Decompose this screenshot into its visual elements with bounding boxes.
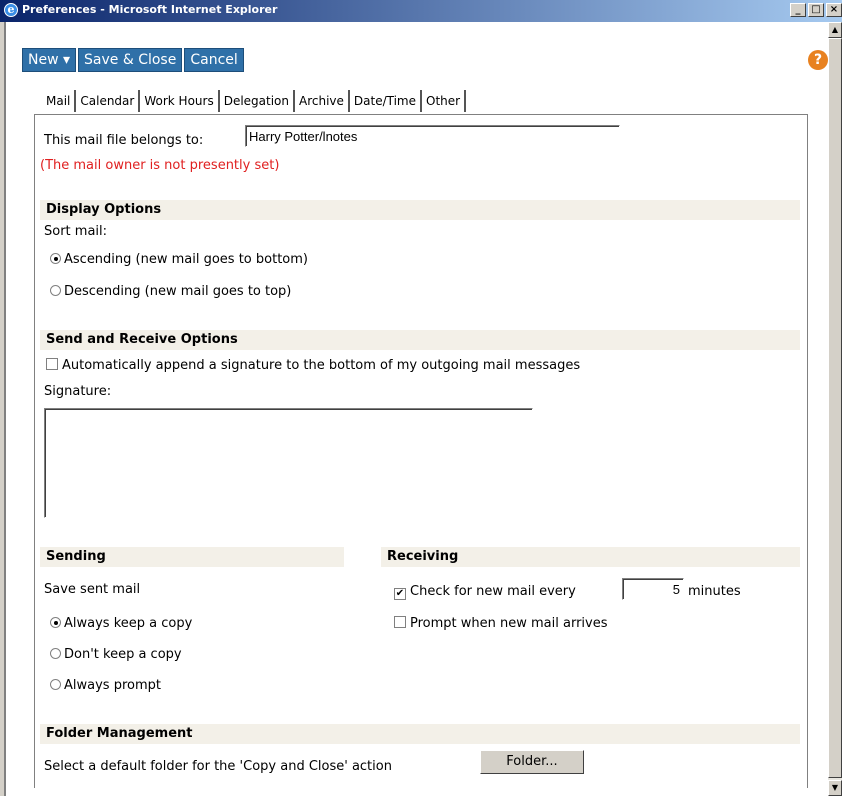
tab-mail[interactable]: Mail (42, 90, 77, 112)
prompt-new-mail-option[interactable]: Prompt when new mail arrives (394, 616, 608, 631)
signature-label: Signature: (44, 384, 112, 399)
tab-other[interactable]: Other (422, 90, 467, 112)
folder-management-heading: Folder Management (40, 724, 800, 744)
help-icon[interactable]: ? (808, 50, 828, 70)
no-copy-radio[interactable] (50, 648, 61, 659)
tab-archive[interactable]: Archive (295, 90, 350, 112)
ie-window: e Preferences - Microsoft Internet Explo… (0, 0, 842, 796)
sort-descending-label: Descending (new mail goes to top) (64, 284, 292, 299)
check-interval-unit: minutes (688, 584, 741, 599)
prompt-new-mail-label: Prompt when new mail arrives (410, 616, 608, 631)
owner-warning: (The mail owner is not presently set) (40, 158, 280, 173)
tab-delegation[interactable]: Delegation (220, 90, 295, 112)
check-interval-input[interactable] (622, 578, 684, 600)
sort-descending-radio[interactable] (50, 285, 61, 296)
no-copy-option[interactable]: Don't keep a copy (50, 647, 182, 662)
scroll-thumb[interactable] (828, 38, 842, 778)
sort-mail-label: Sort mail: (44, 224, 108, 239)
scroll-down-icon[interactable]: ▼ (828, 780, 842, 796)
no-copy-label: Don't keep a copy (64, 647, 182, 662)
minimize-button[interactable]: _ (790, 3, 806, 17)
new-button[interactable]: New ▾ (22, 48, 77, 72)
window-controls: _ □ × (790, 3, 842, 17)
maximize-button[interactable]: □ (808, 3, 824, 17)
sort-ascending-label: Ascending (new mail goes to bottom) (64, 252, 308, 267)
owner-label: This mail file belongs to: (44, 133, 204, 148)
folder-button[interactable]: Folder... (480, 750, 584, 774)
keep-copy-radio[interactable] (50, 617, 61, 628)
keep-copy-label: Always keep a copy (64, 616, 193, 631)
append-signature-checkbox[interactable] (46, 358, 58, 370)
cancel-button[interactable]: Cancel (184, 48, 244, 72)
check-mail-option[interactable]: ✔ Check for new mail every (394, 584, 576, 600)
sort-descending-option[interactable]: Descending (new mail goes to top) (50, 284, 291, 299)
close-button[interactable]: × (826, 3, 842, 17)
ie-logo-icon: e (4, 3, 18, 17)
title-bar: e Preferences - Microsoft Internet Explo… (0, 0, 842, 22)
toolbar: New ▾ Save & Close Cancel (22, 48, 244, 72)
always-prompt-radio[interactable] (50, 679, 61, 690)
always-prompt-label: Always prompt (64, 678, 161, 693)
sending-heading: Sending (40, 547, 344, 567)
save-sent-mail-label: Save sent mail (44, 582, 141, 597)
append-signature-option[interactable]: Automatically append a signature to the … (46, 358, 580, 373)
receiving-heading: Receiving (381, 547, 800, 567)
scroll-up-icon[interactable]: ▲ (828, 22, 842, 38)
sort-ascending-radio[interactable] (50, 253, 61, 264)
owner-input[interactable] (245, 125, 620, 147)
keep-copy-option[interactable]: Always keep a copy (50, 616, 192, 631)
tab-date-time[interactable]: Date/Time (350, 90, 422, 112)
save-close-button[interactable]: Save & Close (78, 48, 183, 72)
folder-description: Select a default folder for the 'Copy an… (44, 759, 392, 774)
window-title: Preferences - Microsoft Internet Explore… (22, 3, 278, 16)
check-mail-checkbox[interactable]: ✔ (394, 588, 406, 600)
display-options-heading: Display Options (40, 200, 800, 220)
tab-calendar[interactable]: Calendar (76, 90, 141, 112)
append-signature-label: Automatically append a signature to the … (62, 358, 581, 373)
send-receive-heading: Send and Receive Options (40, 330, 800, 350)
prompt-new-mail-checkbox[interactable] (394, 616, 406, 628)
check-mail-label: Check for new mail every (410, 584, 576, 599)
always-prompt-option[interactable]: Always prompt (50, 678, 161, 693)
sort-ascending-option[interactable]: Ascending (new mail goes to bottom) (50, 252, 308, 267)
signature-textarea[interactable] (44, 408, 533, 518)
tab-work-hours[interactable]: Work Hours (140, 90, 220, 112)
preference-tabs: Mail Calendar Work Hours Delegation Arch… (42, 90, 467, 112)
vertical-scrollbar[interactable]: ▲ ▼ (828, 22, 842, 796)
